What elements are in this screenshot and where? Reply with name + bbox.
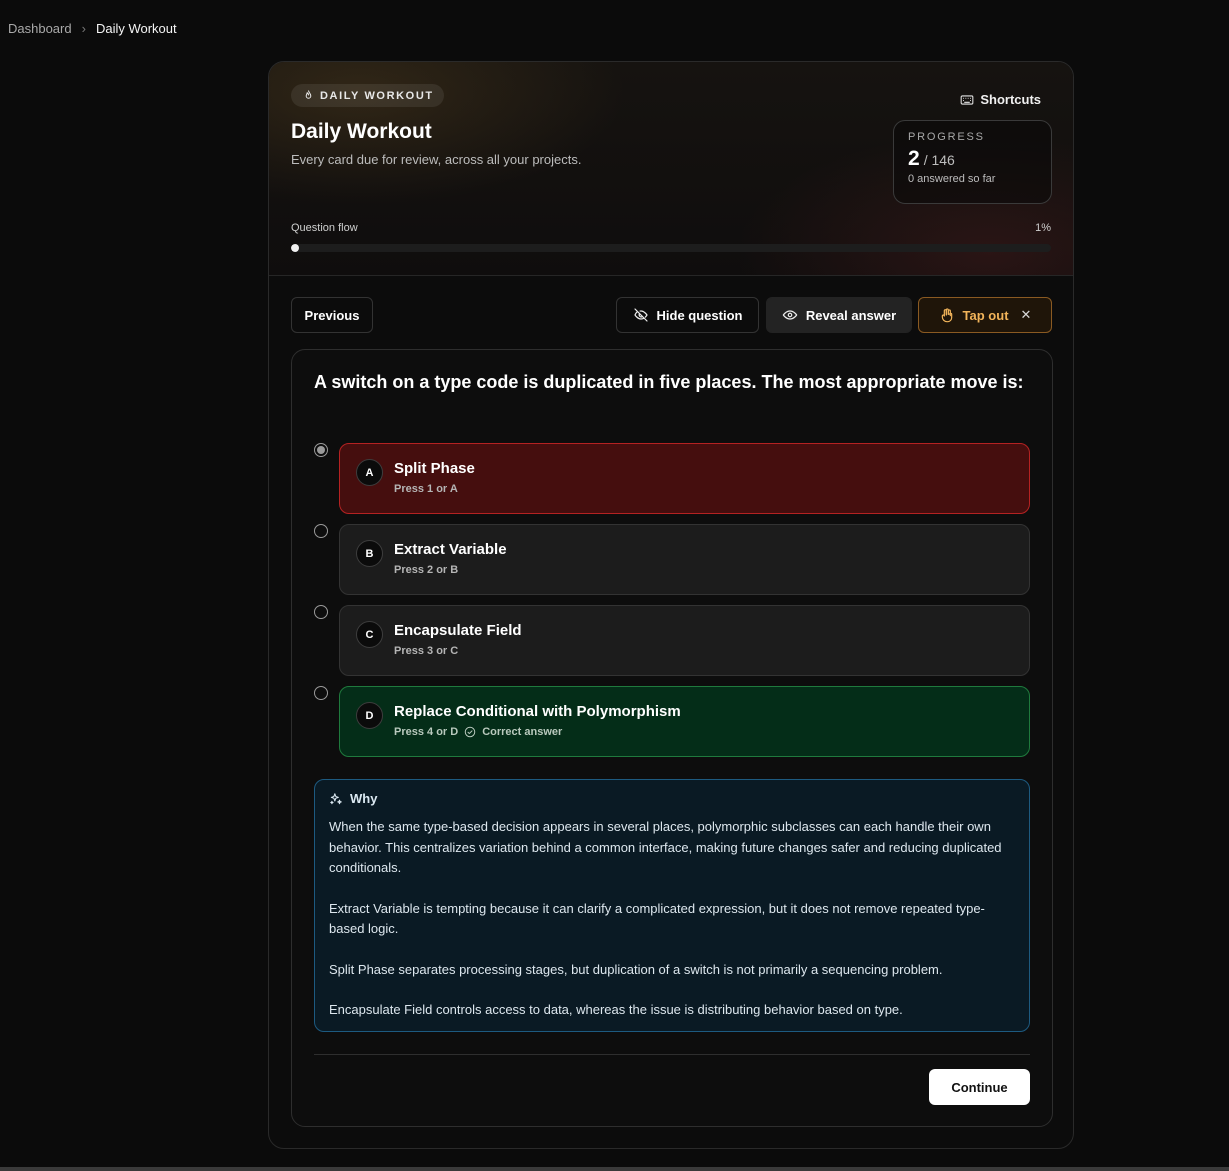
option-row-d: D Replace Conditional with Polymorphism … [314,686,1032,757]
workout-tag-label: DAILY WORKOUT [320,89,434,102]
workout-card: DAILY WORKOUT Daily Workout Every card d… [268,61,1074,1149]
option-b[interactable]: B Extract Variable Press 2 or B [339,524,1030,595]
tap-out-button[interactable]: Tap out ✕ [918,297,1052,333]
previous-label: Previous [304,307,360,323]
page-subtitle: Every card due for review, across all yo… [291,152,582,167]
question-flow-bar [291,244,1051,252]
progress-note: 0 answered so far [908,173,996,185]
option-radio-b[interactable] [314,524,328,538]
question-flow-percent: 1% [1035,222,1051,234]
option-hint-text: Press 3 or C [394,645,459,657]
why-paragraph: Split Phase separates processing stages,… [329,961,943,977]
why-paragraph: Extract Variable is tempting because it … [329,900,985,937]
continue-button[interactable]: Continue [929,1069,1030,1105]
option-radio-d[interactable] [314,686,328,700]
option-hint: Press 4 or D Correct answer [394,726,562,738]
window-bottom-edge [0,1167,1229,1171]
progress-box: PROGRESS 2 / 146 0 answered so far [893,120,1052,204]
check-circle-icon [464,726,476,738]
continue-label: Continue [951,1079,1008,1095]
why-paragraph: Encapsulate Field controls access to dat… [329,1002,903,1017]
why-explanation: Why When the same type-based decision ap… [314,779,1030,1032]
progress-count: 2 / 146 [908,147,1037,171]
hide-question-label: Hide question [656,307,743,323]
page-title: Daily Workout [291,120,432,143]
eye-off-icon [633,308,648,322]
option-row-c: C Encapsulate Field Press 3 or C [314,605,1032,676]
option-hint-text: Press 1 or A [394,483,458,495]
option-a[interactable]: A Split Phase Press 1 or A [339,443,1030,514]
question-flow-label: Question flow [291,222,358,234]
option-label: Split Phase [394,460,475,477]
breadcrumb-current: Daily Workout [95,21,177,36]
breadcrumb: Dashboard › Daily Workout [8,21,177,36]
close-icon[interactable]: ✕ [1021,307,1032,323]
shortcuts-button[interactable]: Shortcuts [960,92,1041,107]
hide-question-button[interactable]: Hide question [616,297,759,333]
why-paragraph: When the same type-based decision appear… [329,819,1002,875]
reveal-answer-button[interactable]: Reveal answer [766,297,912,333]
option-radio-c[interactable] [314,605,328,619]
sparkles-icon [330,792,342,804]
option-hint-text: Press 2 or B [394,564,459,576]
option-letter: A [356,459,383,486]
why-title: Why [350,791,378,806]
workout-header: DAILY WORKOUT Daily Workout Every card d… [269,62,1073,276]
option-letter: B [356,540,383,567]
previous-button[interactable]: Previous [291,297,373,333]
tap-out-label: Tap out [962,307,1009,323]
option-label: Encapsulate Field [394,622,522,639]
option-label: Replace Conditional with Polymorphism [394,703,681,720]
breadcrumb-dashboard-link[interactable]: Dashboard [8,21,72,36]
option-radio-a[interactable] [314,443,328,457]
option-hint: Press 1 or A [394,483,458,495]
progress-total: / 146 [923,152,955,168]
option-d[interactable]: D Replace Conditional with Polymorphism … [339,686,1030,757]
question-flow-fill [291,244,299,252]
option-c[interactable]: C Encapsulate Field Press 3 or C [339,605,1030,676]
question-toolbar: Previous Hide question Reveal answer Tap… [291,297,1053,333]
progress-current: 2 [908,147,920,170]
question-panel: A switch on a type code is duplicated in… [291,349,1053,1127]
divider [314,1054,1030,1055]
option-hint-text: Press 4 or D [394,726,459,738]
option-row-a: A Split Phase Press 1 or A [314,443,1032,514]
option-hint: Press 3 or C [394,645,458,657]
shortcuts-label: Shortcuts [980,92,1041,107]
keyboard-icon [960,94,974,105]
option-hint: Press 2 or B [394,564,458,576]
flame-icon [305,90,312,99]
option-row-b: B Extract Variable Press 2 or B [314,524,1032,595]
progress-label: PROGRESS [908,131,985,143]
hand-icon [941,308,952,323]
chevron-right-icon: › [81,21,86,36]
workout-tag: DAILY WORKOUT [291,84,444,107]
option-letter: C [356,621,383,648]
why-header: Why [329,791,1015,806]
option-letter: D [356,702,383,729]
reveal-answer-label: Reveal answer [805,307,897,323]
correct-answer-label: Correct answer [482,726,563,738]
question-text: A switch on a type code is duplicated in… [314,372,1024,392]
eye-icon [782,310,798,320]
option-label: Extract Variable [394,541,507,558]
